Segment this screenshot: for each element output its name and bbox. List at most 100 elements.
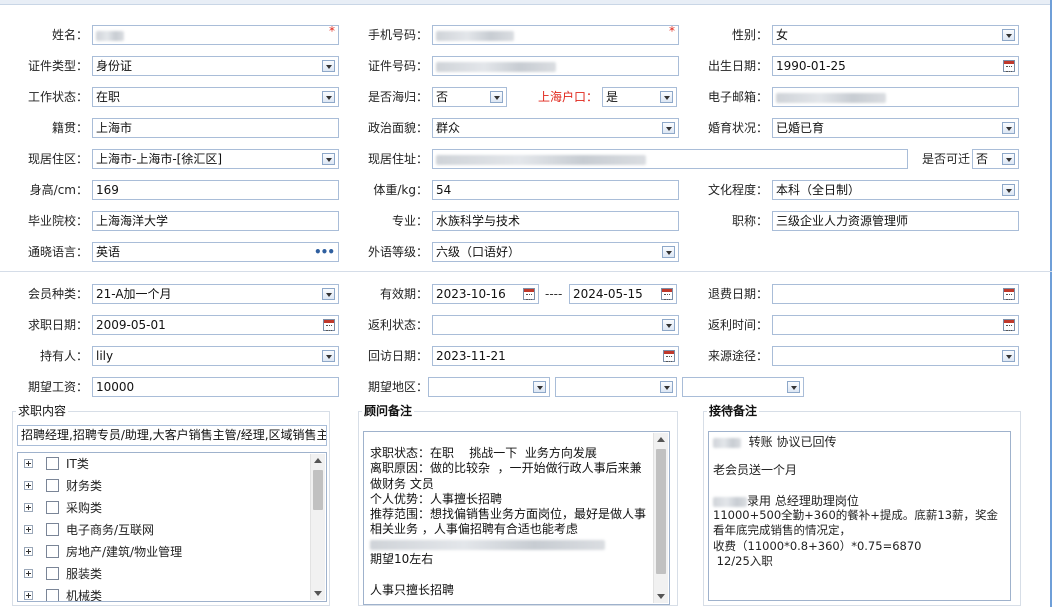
region-province-select[interactable] bbox=[428, 377, 550, 397]
checkbox[interactable] bbox=[46, 545, 59, 558]
calendar-icon[interactable] bbox=[1003, 60, 1015, 72]
marital-select[interactable]: 已婚已育 bbox=[772, 118, 1019, 138]
job-content-summary[interactable]: 招聘经理,招聘专员/助理,大客户销售主管/经理,区域销售主 bbox=[17, 425, 327, 446]
checkbox[interactable] bbox=[46, 589, 59, 601]
sh-hukou-label: 上海户口： bbox=[537, 90, 598, 104]
checkbox[interactable] bbox=[46, 567, 59, 580]
visit-date-input[interactable]: 2023-11-21 bbox=[432, 346, 679, 366]
job-date-input[interactable]: 2009-05-01 bbox=[92, 315, 339, 335]
gender-select[interactable]: 女 bbox=[772, 25, 1019, 45]
height-input[interactable]: 169 bbox=[92, 180, 339, 200]
tree-scrollbar[interactable] bbox=[310, 454, 325, 600]
work-status-select[interactable]: 在职 bbox=[92, 87, 339, 107]
name-input[interactable]: * bbox=[92, 25, 339, 45]
scrollbar-thumb[interactable] bbox=[313, 470, 323, 510]
work-status-value: 在职 bbox=[96, 90, 121, 104]
expand-icon[interactable] bbox=[24, 569, 33, 578]
politics-select[interactable]: 群众 bbox=[432, 118, 679, 138]
required-mark: * bbox=[329, 25, 335, 38]
validity-start-input[interactable]: 2023-10-16 bbox=[432, 284, 539, 304]
consultant-notes-scrollbar[interactable] bbox=[653, 433, 668, 603]
chevron-down-icon[interactable] bbox=[322, 350, 335, 362]
chevron-down-icon[interactable] bbox=[322, 60, 335, 72]
lang-level-select[interactable]: 六级（口语好） bbox=[432, 242, 679, 262]
expand-icon[interactable] bbox=[24, 525, 33, 534]
chevron-down-icon[interactable] bbox=[1002, 153, 1015, 165]
chevron-down-icon[interactable] bbox=[1002, 122, 1015, 134]
expand-icon[interactable] bbox=[24, 459, 33, 468]
checkbox[interactable] bbox=[46, 523, 59, 536]
birth-date-input[interactable]: 1990-01-25 bbox=[772, 56, 1019, 76]
school-input[interactable]: 上海海洋大学 bbox=[92, 211, 339, 231]
salary-input[interactable]: 10000 bbox=[92, 377, 339, 397]
calendar-icon[interactable] bbox=[663, 350, 675, 362]
more-icon[interactable]: ••• bbox=[314, 243, 335, 261]
chevron-down-icon[interactable] bbox=[533, 381, 546, 393]
weight-input[interactable]: 54 bbox=[432, 180, 679, 200]
chevron-down-icon[interactable] bbox=[660, 381, 673, 393]
expand-icon[interactable] bbox=[24, 481, 33, 490]
refund-date-input[interactable] bbox=[772, 284, 1019, 304]
chevron-down-icon[interactable] bbox=[1002, 29, 1015, 41]
rebate-time-input[interactable] bbox=[772, 315, 1019, 335]
chevron-down-icon[interactable] bbox=[490, 91, 503, 103]
chevron-down-icon[interactable] bbox=[787, 381, 800, 393]
chevron-down-icon[interactable] bbox=[1002, 184, 1015, 196]
scroll-up-icon[interactable] bbox=[657, 437, 665, 442]
source-select[interactable] bbox=[772, 346, 1019, 366]
native-value: 上海市 bbox=[96, 121, 133, 135]
validity-end-input[interactable]: 2024-05-15 bbox=[569, 284, 677, 304]
title-input[interactable]: 三级企业人力资源管理师 bbox=[772, 211, 1019, 231]
chevron-down-icon[interactable] bbox=[322, 288, 335, 300]
calendar-icon[interactable] bbox=[661, 288, 673, 300]
returnee-select[interactable]: 否 bbox=[432, 87, 507, 107]
email-label: 电子邮箱： bbox=[707, 90, 768, 104]
sh-hukou-select[interactable]: 是 bbox=[602, 87, 677, 107]
chevron-down-icon[interactable] bbox=[322, 91, 335, 103]
expand-icon[interactable] bbox=[24, 503, 33, 512]
scrollbar-thumb[interactable] bbox=[656, 449, 666, 574]
politics-value: 群众 bbox=[436, 121, 461, 135]
address-input[interactable] bbox=[432, 149, 908, 169]
calendar-icon[interactable] bbox=[523, 288, 535, 300]
reception-notes-textarea[interactable]: 转账 协议已回传 老会员送一个月 录用 总经理助理岗位 11000+500全勤+… bbox=[708, 431, 1011, 601]
relocate-select[interactable]: 否 bbox=[972, 149, 1019, 169]
region-city-select[interactable] bbox=[555, 377, 677, 397]
checkbox[interactable] bbox=[46, 479, 59, 492]
phone-input[interactable]: * bbox=[432, 25, 679, 45]
expand-icon[interactable] bbox=[24, 547, 33, 556]
chevron-down-icon[interactable] bbox=[662, 319, 675, 331]
chevron-down-icon[interactable] bbox=[660, 91, 673, 103]
member-type-select[interactable]: 21-A加一个月 bbox=[92, 284, 339, 304]
calendar-icon[interactable] bbox=[1003, 319, 1015, 331]
major-label: 专业： bbox=[391, 214, 428, 228]
residence-area-select[interactable]: 上海市-上海市-[徐汇区] bbox=[92, 149, 339, 169]
calendar-icon[interactable] bbox=[323, 319, 335, 331]
consultant-notes-textarea[interactable]: 求职状态：在职 挑战一下 业务方向发展 离职原因：做的比较杂 ，一开始做行政人事… bbox=[363, 431, 670, 605]
chevron-down-icon[interactable] bbox=[662, 122, 675, 134]
education-select[interactable]: 本科（全日制） bbox=[772, 180, 1019, 200]
scroll-down-icon[interactable] bbox=[657, 594, 665, 599]
region-district-select[interactable] bbox=[682, 377, 804, 397]
chevron-down-icon[interactable] bbox=[322, 153, 335, 165]
checkbox[interactable] bbox=[46, 501, 59, 514]
rebate-status-select[interactable] bbox=[432, 315, 679, 335]
chevron-down-icon[interactable] bbox=[1002, 350, 1015, 362]
language-input[interactable]: 英语 ••• bbox=[92, 242, 339, 262]
holder-select[interactable]: lily bbox=[92, 346, 339, 366]
email-input[interactable] bbox=[772, 87, 1019, 107]
id-type-select[interactable]: 身份证 bbox=[92, 56, 339, 76]
reception-line-5: 收费（11000*0.8+360）*0.75=6870 bbox=[713, 539, 922, 553]
id-number-input[interactable] bbox=[432, 56, 679, 76]
chevron-down-icon[interactable] bbox=[662, 246, 675, 258]
major-input[interactable]: 水族科学与技术 bbox=[432, 211, 679, 231]
residence-area-label: 现居住区： bbox=[27, 152, 88, 166]
category-tree[interactable]: IT类 财务类 采购类 电子商务/互联网 房地产/建筑/物业管理 服装类 机械类 bbox=[17, 452, 327, 602]
scroll-up-icon[interactable] bbox=[314, 458, 322, 463]
consultant-notes-group: 顾问备注 求职状态：在职 挑战一下 业务方向发展 离职原因：做的比较杂 ，一开始… bbox=[358, 404, 678, 606]
scroll-down-icon[interactable] bbox=[314, 591, 322, 596]
expand-icon[interactable] bbox=[24, 591, 33, 600]
checkbox[interactable] bbox=[46, 457, 59, 470]
calendar-icon[interactable] bbox=[1003, 288, 1015, 300]
native-input[interactable]: 上海市 bbox=[92, 118, 339, 138]
